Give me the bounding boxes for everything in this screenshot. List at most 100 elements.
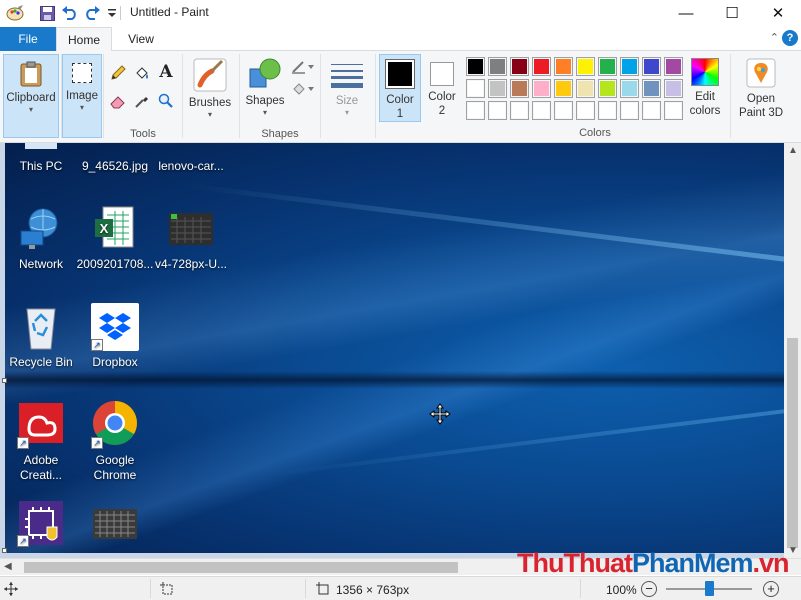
desktop-icon-keyboard-image <box>75 499 155 551</box>
palette-swatch[interactable] <box>466 101 485 120</box>
palette-swatch[interactable] <box>554 57 573 76</box>
palette-swatch[interactable] <box>598 79 617 98</box>
swatch-color <box>490 81 505 96</box>
scroll-left-icon[interactable]: ◀ <box>4 561 12 572</box>
swatch-color <box>622 81 637 96</box>
palette-swatch[interactable] <box>554 79 573 98</box>
desktop-icon-excel: X 2009201708... <box>75 205 155 272</box>
undo-icon[interactable] <box>61 4 79 22</box>
palette-swatch[interactable] <box>664 79 683 98</box>
palette-swatch[interactable] <box>532 57 551 76</box>
scroll-down-icon[interactable]: ▼ <box>788 545 798 556</box>
canvas-area[interactable]: This PC 9_46526.jpg lenovo-car... Networ… <box>0 143 801 558</box>
outline-icon[interactable] <box>290 57 316 77</box>
desktop-icon-network: Network <box>5 205 81 272</box>
palette-swatch[interactable] <box>598 57 617 76</box>
palette-swatch[interactable] <box>488 101 507 120</box>
resize-handle[interactable] <box>2 548 7 553</box>
palette-swatch[interactable] <box>532 79 551 98</box>
keyboard-thumbnail-icon <box>91 499 139 547</box>
tab-home[interactable]: Home <box>56 27 112 52</box>
selection-size-icon <box>160 582 174 599</box>
close-button[interactable]: ✕ <box>755 0 801 26</box>
fill-icon[interactable] <box>290 79 316 99</box>
swatch-color <box>600 103 615 118</box>
color-picker-icon[interactable] <box>132 91 152 111</box>
text-tool-icon[interactable]: A <box>156 62 176 82</box>
palette-swatch[interactable] <box>642 101 661 120</box>
desktop-icon-v4: v4-728px-U... <box>151 205 231 272</box>
swatch-color <box>490 59 505 74</box>
palette-swatch[interactable] <box>576 79 595 98</box>
palette-swatch[interactable] <box>576 57 595 76</box>
palette-swatch[interactable] <box>466 57 485 76</box>
shapes-dropdown-icon: ▾ <box>262 108 267 117</box>
zoom-percent: 100% <box>606 583 637 597</box>
horizontal-scroll-thumb[interactable] <box>24 562 458 573</box>
redo-icon[interactable] <box>83 4 101 22</box>
save-icon[interactable] <box>38 4 56 22</box>
minimize-button[interactable]: — <box>663 0 709 26</box>
size-button[interactable]: Size ▾ <box>325 54 369 138</box>
tools-group-label: Tools <box>130 128 156 140</box>
palette-swatch[interactable] <box>642 57 661 76</box>
zoom-slider-thumb[interactable] <box>705 581 714 596</box>
dropbox-icon: ↗ <box>91 303 139 351</box>
palette-swatch[interactable] <box>598 101 617 120</box>
palette-swatch[interactable] <box>620 79 639 98</box>
desktop-icon-label: Dropbox <box>92 355 138 369</box>
palette-swatch[interactable] <box>510 57 529 76</box>
maximize-button[interactable]: ☐ <box>709 0 755 26</box>
pencil-icon[interactable] <box>108 63 128 83</box>
brushes-button[interactable]: Brushes ▾ <box>185 54 235 138</box>
tab-view[interactable]: View <box>114 27 168 51</box>
shapes-button[interactable]: Shapes ▾ <box>242 54 288 122</box>
collapse-ribbon-icon[interactable]: ⌃ <box>770 31 779 44</box>
fill-bucket-icon[interactable] <box>132 63 152 83</box>
palette-swatch[interactable] <box>532 101 551 120</box>
canvas-image[interactable]: This PC 9_46526.jpg lenovo-car... Networ… <box>5 143 784 553</box>
palette-swatch[interactable] <box>488 79 507 98</box>
palette-swatch[interactable] <box>620 57 639 76</box>
palette-swatch[interactable] <box>620 101 639 120</box>
palette-swatch[interactable] <box>664 57 683 76</box>
clipboard-icon <box>20 61 42 87</box>
color2-button[interactable]: Color 2 <box>423 54 461 122</box>
swatch-color <box>578 81 593 96</box>
palette-swatch[interactable] <box>576 101 595 120</box>
palette-swatch[interactable] <box>510 101 529 120</box>
edit-colors-button[interactable]: Edit colors <box>684 54 726 124</box>
palette-swatch[interactable] <box>554 101 573 120</box>
paint-app-icon[interactable] <box>6 4 24 22</box>
clipboard-button[interactable]: Clipboard ▾ <box>3 54 59 138</box>
zoom-out-button[interactable]: − <box>641 581 657 597</box>
help-icon[interactable]: ? <box>782 30 798 46</box>
swatch-color <box>468 103 483 118</box>
vertical-scroll-thumb[interactable] <box>787 338 798 548</box>
palette-swatch[interactable] <box>488 57 507 76</box>
swatch-color <box>534 81 549 96</box>
desktop-icon-label: This PC <box>19 159 63 173</box>
swatch-color <box>578 103 593 118</box>
palette-swatch[interactable] <box>466 79 485 98</box>
palette-swatch[interactable] <box>664 101 683 120</box>
resize-handle[interactable] <box>2 378 7 383</box>
color1-button[interactable]: Color 1 <box>379 54 421 122</box>
desktop-icon-label-line2: Chrome <box>93 468 137 482</box>
vertical-scrollbar[interactable]: ▲ ▼ <box>784 143 801 558</box>
zoom-in-button[interactable]: + <box>763 581 779 597</box>
scroll-up-icon[interactable]: ▲ <box>788 145 798 156</box>
magnifier-icon[interactable] <box>156 91 176 111</box>
desktop-icon-label: Network <box>18 257 63 271</box>
image-button[interactable]: Image ▾ <box>62 54 102 138</box>
edit-colors-label-2: colors <box>689 105 721 117</box>
palette-swatch[interactable] <box>642 79 661 98</box>
color1-label: Color <box>386 94 414 106</box>
customize-quick-access-icon[interactable] <box>103 4 121 22</box>
tab-file[interactable]: File <box>0 27 56 51</box>
shortcut-arrow-icon: ↗ <box>91 437 103 449</box>
title-bar: Untitled - Paint — ☐ ✕ <box>0 0 801 26</box>
palette-swatch[interactable] <box>510 79 529 98</box>
open-paint3d-button[interactable]: Open Paint 3D <box>734 54 788 124</box>
eraser-icon[interactable] <box>108 91 128 111</box>
